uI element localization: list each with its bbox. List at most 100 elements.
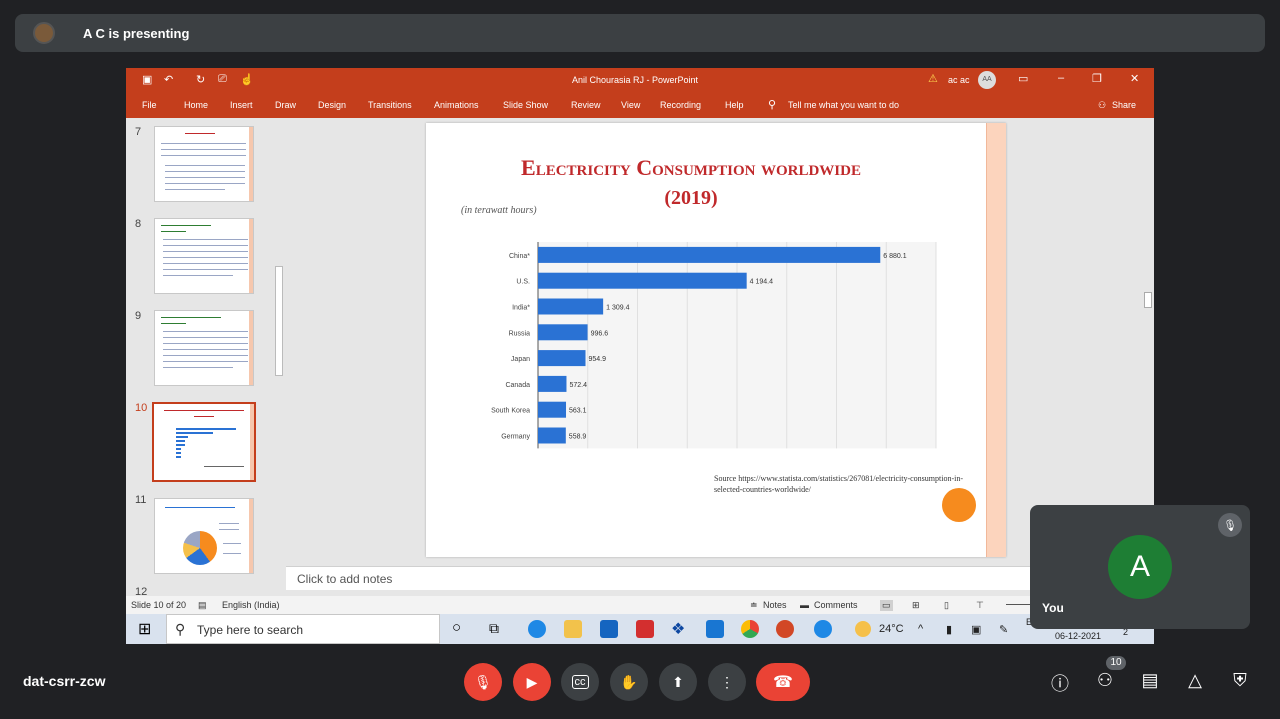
bar — [538, 324, 588, 341]
more-options-button[interactable]: ⋮ — [708, 663, 746, 701]
thumb-number: 9 — [135, 310, 142, 322]
notes-icon[interactable]: ≐ — [750, 600, 758, 611]
zoom-slider[interactable] — [1006, 604, 1032, 605]
category-label: China* — [509, 253, 530, 260]
normal-view-icon[interactable]: ▭ — [880, 600, 893, 611]
ribbon-tabs: File Home Insert Draw Design Transitions… — [126, 92, 1154, 118]
slide-right-border — [986, 123, 1006, 557]
slide-sorter-icon[interactable]: ⊞ — [912, 600, 920, 611]
raise-hand-button[interactable]: ✋ — [610, 663, 648, 701]
pen-tray-icon[interactable]: ✎ — [999, 623, 1008, 636]
slideshow-view-icon[interactable]: ⊤ — [976, 600, 984, 611]
notes-button[interactable]: Notes — [763, 600, 787, 610]
presenter-text: A C is presenting — [83, 25, 190, 41]
chevron-up-icon[interactable]: ^ — [918, 623, 923, 635]
notes-pane[interactable]: Click to add notes — [286, 566, 1142, 590]
shared-screen: ▣ ↶ ↻ ⎚ ☝ Anil Chourasia RJ - PowerPoint… — [126, 68, 1154, 644]
people-icon[interactable]: ⚇ — [1093, 670, 1117, 694]
chat-icon[interactable]: ▤ — [1138, 670, 1162, 694]
tab-file[interactable]: File — [142, 100, 157, 110]
language-indicator[interactable]: English (India) — [222, 600, 280, 610]
weather-temp[interactable]: 24°C — [879, 623, 904, 635]
store-icon[interactable] — [600, 620, 618, 638]
app-red-icon[interactable] — [636, 620, 654, 638]
chrome-icon[interactable] — [741, 620, 759, 638]
slide-thumb-7[interactable] — [154, 126, 254, 202]
file-explorer-icon[interactable] — [564, 620, 582, 638]
value-label: 996.6 — [591, 330, 609, 337]
mail-icon[interactable] — [706, 620, 724, 638]
lightbulb-icon: ⚲ — [768, 99, 777, 111]
share-button[interactable]: Share — [1112, 100, 1136, 110]
tab-insert[interactable]: Insert — [230, 100, 253, 110]
value-label: 563.1 — [569, 408, 587, 415]
presenting-banner: A C is presenting — [15, 14, 1265, 52]
value-label: 558.9 — [569, 434, 587, 441]
taskbar-date[interactable]: 06-12-2021 — [1055, 631, 1101, 641]
user-avatar[interactable]: AA — [978, 71, 996, 89]
slide-thumb-9[interactable] — [154, 310, 254, 386]
host-controls-icon[interactable]: ⛨ — [1228, 670, 1252, 694]
save-icon[interactable]: ▣ — [142, 73, 152, 86]
activities-icon[interactable]: △ — [1183, 670, 1207, 694]
mic-toggle-button[interactable]: 🎙︎ — [464, 663, 502, 701]
redo-icon[interactable]: ↻ — [196, 73, 205, 86]
slide-thumb-8[interactable] — [154, 218, 254, 294]
share-button-icon[interactable]: ⚇ — [1098, 100, 1106, 111]
tab-view[interactable]: View — [621, 100, 640, 110]
present-icon[interactable]: ⎚ — [218, 73, 227, 86]
value-label: 572.4 — [569, 382, 587, 389]
value-label: 4 194.4 — [750, 279, 773, 286]
decorative-orange-circle — [942, 488, 976, 522]
tab-transitions[interactable]: Transitions — [368, 100, 412, 110]
category-label: Germany — [501, 434, 530, 441]
windows-start-icon[interactable]: ⊞ — [138, 619, 156, 638]
info-icon[interactable]: ⓘ — [1048, 670, 1072, 694]
slide-editor: Electricity Consumption worldwide (2019)… — [286, 118, 1154, 598]
tray-app-icon[interactable]: ▣ — [971, 623, 981, 636]
tab-recording[interactable]: Recording — [660, 100, 701, 110]
tell-me-box[interactable]: Tell me what you want to do — [788, 100, 899, 110]
touch-mode-icon[interactable]: ☝ — [240, 73, 254, 86]
tab-design[interactable]: Design — [318, 100, 346, 110]
warning-icon: ⚠ — [928, 73, 938, 85]
tab-home[interactable]: Home — [184, 100, 208, 110]
powerpoint-icon[interactable] — [776, 620, 794, 638]
self-view-tile[interactable]: 🎙︎ A You — [1030, 505, 1250, 629]
tab-draw[interactable]: Draw — [275, 100, 296, 110]
minimize-icon[interactable]: – — [1058, 72, 1064, 84]
bar-chart: China* 6 880.1 U.S. 4 194.4 India* 1 309.4 Rus… — [491, 242, 937, 449]
slide-thumb-10[interactable] — [152, 402, 256, 482]
leave-call-button[interactable]: ☎ — [756, 663, 810, 701]
task-view-icon[interactable]: ⧉ — [489, 620, 507, 638]
edge-icon[interactable] — [528, 620, 546, 638]
mic-tray-icon[interactable]: ▮ — [946, 623, 952, 636]
tab-animations[interactable]: Animations — [434, 100, 479, 110]
tab-review[interactable]: Review — [571, 100, 601, 110]
restore-icon[interactable]: ❐ — [1092, 72, 1102, 85]
tab-help[interactable]: Help — [725, 100, 744, 110]
thumb-number-selected: 10 — [135, 402, 148, 414]
help-app-icon[interactable] — [814, 620, 832, 638]
thumbnail-scrollbar[interactable] — [273, 118, 285, 588]
undo-icon[interactable]: ↶ — [164, 73, 173, 86]
slide-thumb-11[interactable] — [154, 498, 254, 574]
dropbox-icon[interactable]: ❖ — [671, 619, 689, 638]
weather-icon[interactable] — [855, 621, 871, 637]
comments-button[interactable]: Comments — [814, 600, 858, 610]
spellcheck-icon[interactable]: ▤ — [198, 600, 207, 611]
reading-view-icon[interactable]: ▯ — [944, 600, 949, 611]
window-title: Anil Chourasia RJ - PowerPoint — [572, 75, 699, 85]
more-vert-icon: ⋮ — [720, 673, 734, 690]
category-label: Japan — [511, 356, 530, 363]
tab-slide-show[interactable]: Slide Show — [503, 100, 548, 110]
comments-icon[interactable]: ▬ — [800, 600, 809, 610]
camera-toggle-button[interactable]: ▶ — [513, 663, 551, 701]
taskbar-search-input[interactable]: ⚲ Type here to search — [166, 614, 440, 644]
cortana-icon[interactable]: ○ — [452, 619, 470, 637]
captions-button[interactable]: cc — [561, 663, 599, 701]
ribbon-display-icon[interactable]: ▭ — [1018, 72, 1028, 85]
close-icon[interactable]: ✕ — [1130, 72, 1139, 85]
present-now-button[interactable]: ⬆ — [659, 663, 697, 701]
ppt-title-bar: ▣ ↶ ↻ ⎚ ☝ Anil Chourasia RJ - PowerPoint… — [126, 68, 1154, 92]
